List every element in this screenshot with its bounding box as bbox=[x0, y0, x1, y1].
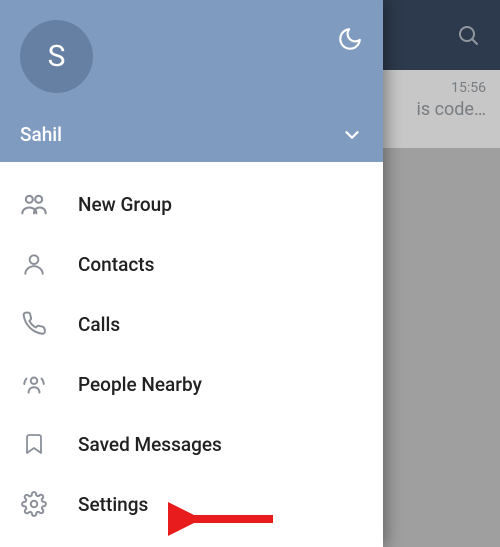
username: Sahil bbox=[20, 123, 62, 146]
calls-icon bbox=[20, 310, 48, 338]
avatar[interactable]: S bbox=[20, 20, 93, 93]
drawer-menu: New Group Contacts Calls bbox=[0, 162, 383, 547]
menu-item-label: New Group bbox=[78, 193, 172, 216]
avatar-initial: S bbox=[48, 39, 66, 74]
menu-item-label: Saved Messages bbox=[78, 433, 222, 456]
gear-icon bbox=[20, 490, 48, 518]
menu-item-new-group[interactable]: New Group bbox=[0, 174, 383, 234]
new-group-icon bbox=[20, 190, 48, 218]
menu-item-label: Settings bbox=[78, 493, 148, 516]
menu-item-calls[interactable]: Calls bbox=[0, 294, 383, 354]
chevron-down-icon bbox=[341, 124, 363, 146]
people-nearby-icon bbox=[20, 370, 48, 398]
account-switcher[interactable]: Sahil bbox=[20, 123, 363, 146]
moon-icon[interactable] bbox=[337, 20, 363, 52]
menu-item-label: People Nearby bbox=[78, 373, 202, 396]
drawer-header: S Sahil bbox=[0, 0, 383, 162]
menu-item-saved-messages[interactable]: Saved Messages bbox=[0, 414, 383, 474]
nav-drawer: S Sahil New G bbox=[0, 0, 383, 547]
menu-item-settings[interactable]: Settings bbox=[0, 474, 383, 534]
contacts-icon bbox=[20, 250, 48, 278]
menu-item-label: Calls bbox=[78, 313, 120, 336]
menu-item-people-nearby[interactable]: People Nearby bbox=[0, 354, 383, 414]
menu-item-contacts[interactable]: Contacts bbox=[0, 234, 383, 294]
menu-item-label: Contacts bbox=[78, 253, 154, 276]
bookmark-icon bbox=[20, 430, 48, 458]
